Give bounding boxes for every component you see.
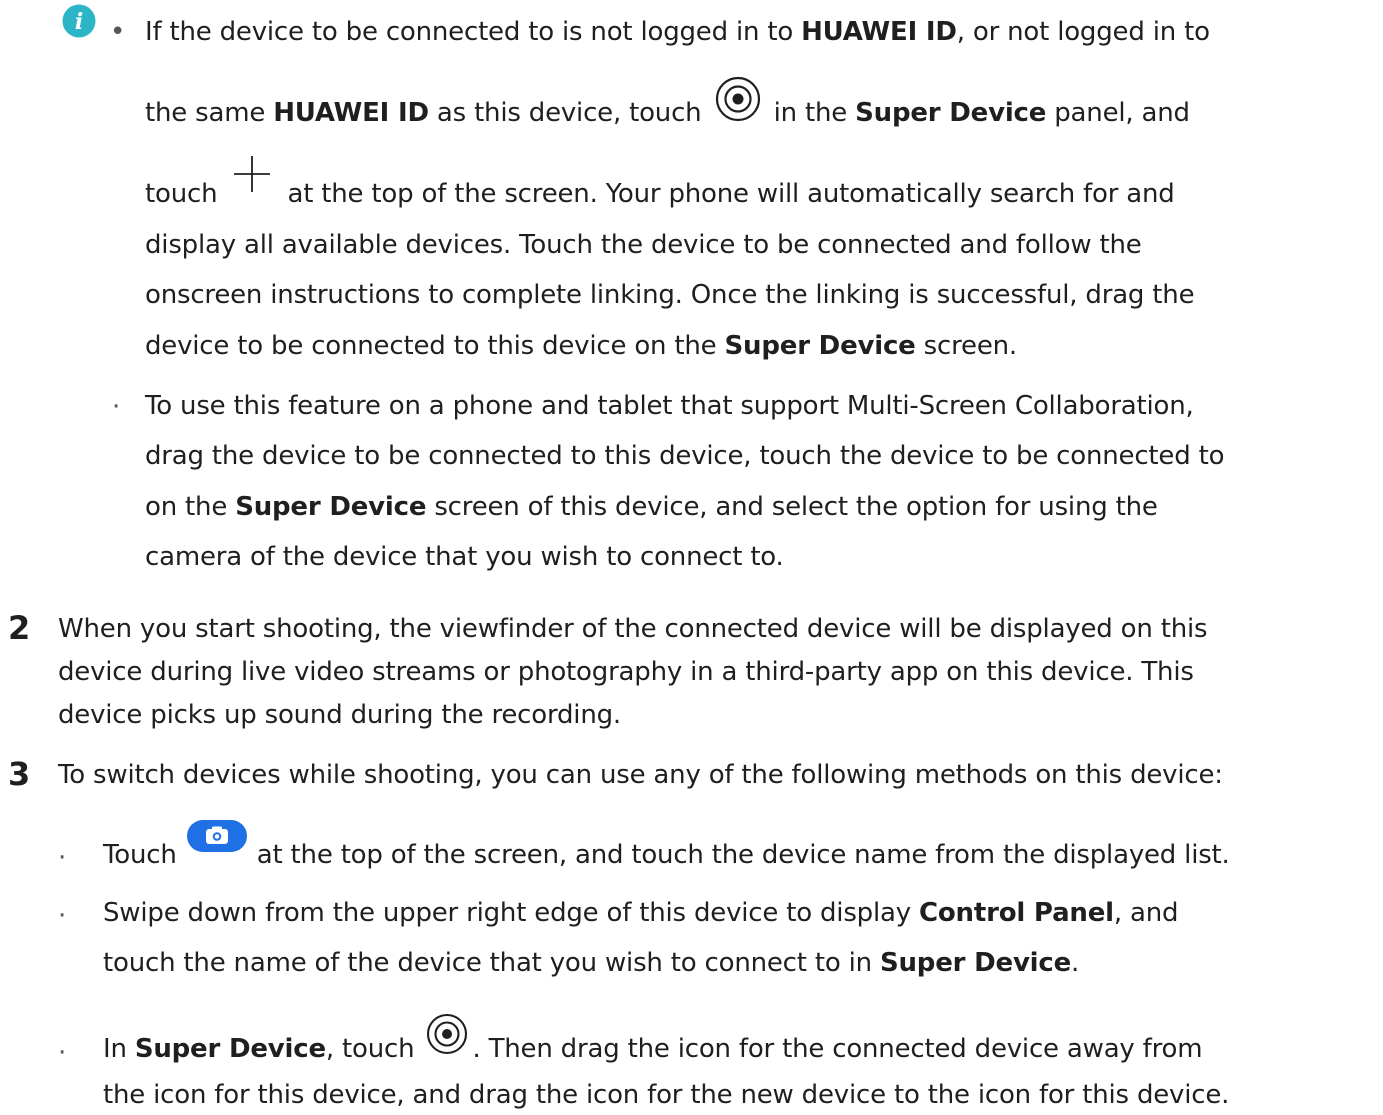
text: . (1071, 948, 1080, 978)
bullet-dot: · (58, 1038, 67, 1068)
bold-text: HUAWEI ID (801, 17, 957, 47)
text: the same (145, 98, 274, 128)
bullet-dot: · (58, 843, 67, 873)
step-number: 3 (8, 755, 31, 793)
bold-text: Control Panel (919, 898, 1114, 928)
text: Swipe down from the upper right edge of … (103, 898, 919, 928)
step2-line2: device during live video streams or phot… (58, 657, 1194, 687)
page: { "note": { "bullet1": { "l1a": "If the … (0, 0, 1383, 1115)
text: touch (145, 179, 226, 209)
step2-line3: device picks up sound during the recordi… (58, 700, 621, 730)
bold-text: Super Device (855, 98, 1047, 128)
step2-line1: When you start shooting, the viewfinder … (58, 614, 1208, 644)
note-b1-line4: display all available devices. Touch the… (145, 230, 1142, 260)
bullet-dot: · (58, 901, 67, 931)
text: , and (1113, 898, 1179, 928)
text: as this device, touch (428, 98, 710, 128)
bullet-dot: · (112, 392, 121, 422)
step3-b2-line2: touch the name of the device that you wi… (103, 946, 1079, 980)
note-b2-line1: To use this feature on a phone and table… (145, 391, 1194, 421)
note-b1-line5: onscreen instructions to complete linkin… (145, 280, 1195, 310)
text: device to be connected to this device on… (145, 331, 725, 361)
note-b2-line2: drag the device to be connected to this … (145, 441, 1225, 471)
text: If the device to be connected to is not … (145, 17, 802, 47)
text: Touch (103, 840, 185, 870)
note-b1-line2: the same HUAWEI ID as this device, touch… (145, 76, 1190, 130)
step3-b2-line1: Swipe down from the upper right edge of … (103, 896, 1179, 930)
step3-line1: To switch devices while shooting, you ca… (58, 760, 1223, 790)
camera-switch-icon[interactable] (185, 818, 249, 858)
text: at the top of the screen, and touch the … (248, 840, 1230, 870)
text: . Then drag the icon for the connected d… (472, 1034, 1203, 1064)
bullet-dot: • (110, 17, 126, 47)
note-b2-line4: camera of the device that you wish to co… (145, 542, 784, 572)
bold-text: Super Device (134, 1034, 326, 1064)
add-icon (234, 155, 271, 192)
super-device-icon (427, 1013, 468, 1054)
text: , touch (325, 1034, 423, 1064)
super-device-icon (715, 76, 760, 121)
bold-text: Super Device (724, 331, 916, 361)
step3-b1-line1: Touch at the top of the screen, and touc… (103, 819, 1230, 872)
bold-text: Super Device (879, 948, 1072, 978)
text: in the (765, 98, 856, 128)
text: screen of this device, and select the op… (426, 492, 1158, 522)
text: at the top of the screen. Your phone wil… (279, 179, 1175, 209)
text: In (103, 1034, 135, 1064)
step3-b3-line2: the icon for this device, and drag the i… (103, 1080, 1230, 1110)
step-number: 2 (8, 609, 31, 647)
svg-text:i: i (75, 9, 83, 35)
step3-b3-line1: In Super Device, touch . Then drag the i… (103, 1013, 1203, 1066)
text: touch the name of the device that you wi… (103, 948, 880, 978)
note-b1-line6: device to be connected to this device on… (145, 329, 1017, 363)
text: on the (145, 492, 236, 522)
note-b2-line3: on the Super Device screen of this devic… (145, 490, 1158, 524)
text: , or not logged in to (956, 17, 1210, 47)
text: panel, and (1046, 98, 1190, 128)
text: screen. (915, 331, 1017, 361)
info-icon: i (62, 4, 96, 38)
bold-text: Super Device (235, 492, 427, 522)
note-b1-line3: touch at the top of the screen. Your pho… (145, 155, 1175, 211)
bold-text: HUAWEI ID (273, 98, 429, 128)
note-b1-line1: If the device to be connected to is not … (145, 15, 1210, 49)
